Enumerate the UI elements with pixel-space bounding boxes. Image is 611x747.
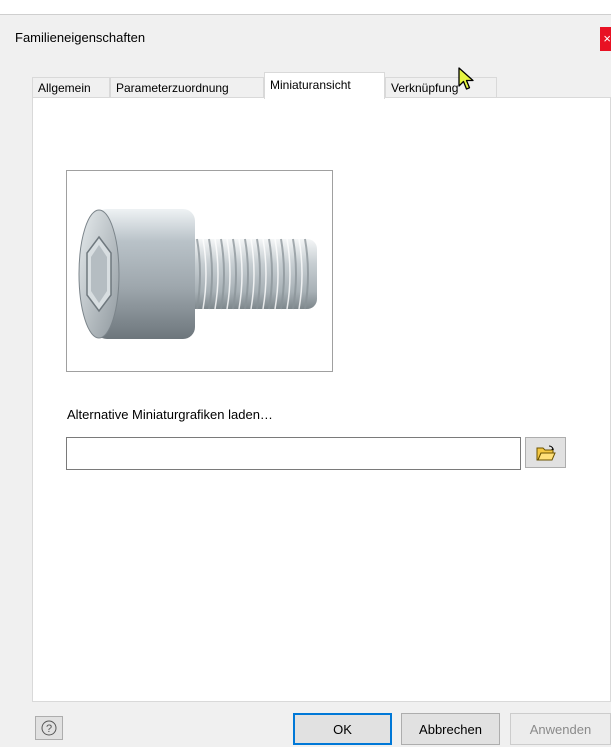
tab-allgemein[interactable]: Allgemein [32,77,110,98]
alternate-thumbnail-label: Alternative Miniaturgrafiken laden… [67,407,273,422]
browse-button[interactable] [525,437,566,468]
open-folder-icon [536,445,556,460]
tab-label: Verknüpfung [391,81,459,95]
screw-thumbnail-image [78,209,317,339]
top-strip [0,0,611,14]
help-button[interactable]: ? [35,716,63,740]
dialog-title: Familieneigenschaften [15,30,146,45]
tab-label: Allgemein [38,81,91,95]
tab-label: Miniaturansicht [270,78,351,92]
ok-button[interactable]: OK [293,713,392,745]
thumbnail-path-input[interactable] [66,437,521,470]
tab-verknuepfung[interactable]: Verknüpfung [385,77,497,98]
tab-label: Parameterzuordnung [116,81,229,95]
tab-miniaturansicht[interactable]: Miniaturansicht [264,72,385,99]
svg-text:?: ? [46,723,52,735]
tab-parameterzuordnung[interactable]: Parameterzuordnung [110,77,264,98]
mouse-cursor-icon [458,67,474,90]
help-icon: ? [41,720,57,736]
close-button[interactable]: × [600,27,611,51]
top-divider [0,14,611,15]
cancel-button[interactable]: Abbrechen [401,713,500,745]
apply-button[interactable]: Anwenden [510,713,611,745]
thumbnail-frame [66,170,333,372]
